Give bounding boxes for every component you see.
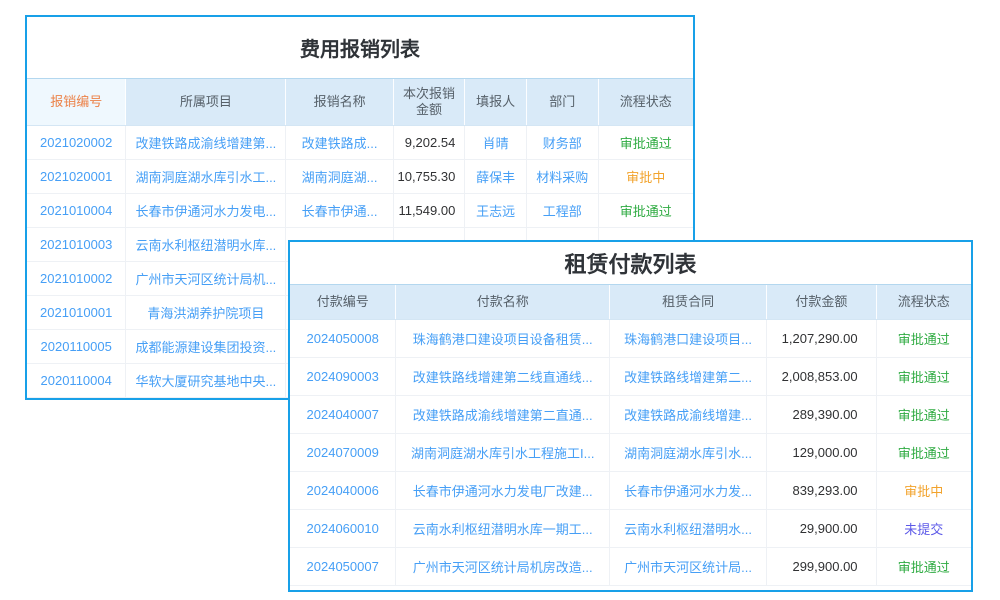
table-row: 2024090003改建铁路线增建第二线直通线...改建铁路线增建第二...2,… <box>290 358 971 396</box>
link-cell[interactable]: 肖晴 <box>465 126 527 159</box>
lease-table-body: 2024050008珠海鹤港口建设项目设备租赁...珠海鹤港口建设项目...1,… <box>290 320 971 586</box>
link-cell[interactable]: 广州市天河区统计局机... <box>126 262 286 295</box>
table-row: 2024070009湖南洞庭湖水库引水工程施工I...湖南洞庭湖水库引水...1… <box>290 434 971 472</box>
link-cell[interactable]: 华软大厦研究基地中央... <box>126 364 286 397</box>
table-cell: 29,900.00 <box>767 510 876 547</box>
link-cell[interactable]: 工程部 <box>527 194 599 227</box>
lease-payment-table-panel: 租赁付款列表 付款编号付款名称租赁合同付款金额流程状态 2024050008珠海… <box>288 240 973 592</box>
link-cell[interactable]: 改建铁路成渝线增建... <box>610 396 767 433</box>
link-cell[interactable]: 广州市天河区统计局机房改造... <box>396 548 610 585</box>
link-cell[interactable]: 云南水利枢纽潜明水库一期工... <box>396 510 610 547</box>
table-row: 2021020001湖南洞庭湖水库引水工...湖南洞庭湖...10,755.30… <box>27 160 693 194</box>
link-cell[interactable]: 改建铁路成渝线增建第... <box>126 126 286 159</box>
status-cell: 审批通过 <box>877 548 971 585</box>
status-cell: 未提交 <box>877 510 971 547</box>
table-cell: 129,000.00 <box>767 434 876 471</box>
status-cell: 审批通过 <box>877 434 971 471</box>
table-cell: 11,549.00 <box>394 194 466 227</box>
table-cell: 9,202.54 <box>394 126 466 159</box>
link-cell[interactable]: 湖南洞庭湖水库引水... <box>610 434 767 471</box>
column-header: 付款名称 <box>396 285 610 319</box>
status-cell: 审批通过 <box>877 320 971 357</box>
table-row: 2024040007改建铁路成渝线增建第二直通...改建铁路成渝线增建...28… <box>290 396 971 434</box>
link-cell[interactable]: 广州市天河区统计局... <box>610 548 767 585</box>
table-cell: 839,293.00 <box>767 472 876 509</box>
link-cell[interactable]: 2021010004 <box>27 194 126 227</box>
lease-table-header-row: 付款编号付款名称租赁合同付款金额流程状态 <box>290 284 971 320</box>
column-header: 付款编号 <box>290 285 396 319</box>
column-header: 流程状态 <box>877 285 971 319</box>
link-cell[interactable]: 薛保丰 <box>465 160 527 193</box>
link-cell[interactable]: 改建铁路成渝线增建第二直通... <box>396 396 610 433</box>
table-cell: 289,390.00 <box>767 396 876 433</box>
column-header: 租赁合同 <box>610 285 767 319</box>
link-cell[interactable]: 长春市伊通河水力发电厂改建... <box>396 472 610 509</box>
link-cell[interactable]: 湖南洞庭湖... <box>286 160 393 193</box>
link-cell[interactable]: 青海洪湖养护院项目 <box>126 296 286 329</box>
link-cell[interactable]: 2024060010 <box>290 510 396 547</box>
table-row: 2021020002改建铁路成渝线增建第...改建铁路成...9,202.54肖… <box>27 126 693 160</box>
link-cell[interactable]: 2021020001 <box>27 160 126 193</box>
column-header: 流程状态 <box>599 79 693 125</box>
link-cell[interactable]: 云南水利枢纽潜明水库... <box>126 228 286 261</box>
link-cell[interactable]: 长春市伊通河水力发电... <box>126 194 286 227</box>
link-cell[interactable]: 改建铁路线增建第二... <box>610 358 767 395</box>
table-row: 2024050007广州市天河区统计局机房改造...广州市天河区统计局...29… <box>290 548 971 586</box>
link-cell[interactable]: 云南水利枢纽潜明水... <box>610 510 767 547</box>
link-cell[interactable]: 湖南洞庭湖水库引水工... <box>126 160 286 193</box>
table-row: 2024040006长春市伊通河水力发电厂改建...长春市伊通河水力发...83… <box>290 472 971 510</box>
link-cell[interactable]: 2024050008 <box>290 320 396 357</box>
link-cell[interactable]: 成都能源建设集团投资... <box>126 330 286 363</box>
link-cell[interactable]: 珠海鹤港口建设项目... <box>610 320 767 357</box>
column-header: 部门 <box>527 79 599 125</box>
link-cell[interactable]: 材料采购 <box>527 160 599 193</box>
link-cell[interactable]: 王志远 <box>465 194 527 227</box>
table-cell: 299,900.00 <box>767 548 876 585</box>
link-cell[interactable]: 2021020002 <box>27 126 126 159</box>
status-cell: 审批通过 <box>877 358 971 395</box>
lease-table-title: 租赁付款列表 <box>290 242 971 284</box>
column-header: 报销名称 <box>286 79 393 125</box>
link-cell[interactable]: 改建铁路成... <box>286 126 393 159</box>
link-cell[interactable]: 2024090003 <box>290 358 396 395</box>
expense-table-title: 费用报销列表 <box>27 17 693 78</box>
link-cell[interactable]: 改建铁路线增建第二线直通线... <box>396 358 610 395</box>
table-cell: 2,008,853.00 <box>767 358 876 395</box>
link-cell[interactable]: 2021010002 <box>27 262 126 295</box>
link-cell[interactable]: 2021010003 <box>27 228 126 261</box>
link-cell[interactable]: 2024040007 <box>290 396 396 433</box>
link-cell[interactable]: 长春市伊通... <box>286 194 393 227</box>
column-header[interactable]: 报销编号 <box>27 79 126 125</box>
status-cell: 审批中 <box>877 472 971 509</box>
link-cell[interactable]: 湖南洞庭湖水库引水工程施工I... <box>396 434 610 471</box>
column-header: 所属项目 <box>126 79 286 125</box>
link-cell[interactable]: 长春市伊通河水力发... <box>610 472 767 509</box>
status-cell: 审批通过 <box>877 396 971 433</box>
link-cell[interactable]: 财务部 <box>527 126 599 159</box>
link-cell[interactable]: 2024050007 <box>290 548 396 585</box>
table-cell: 1,207,290.00 <box>767 320 876 357</box>
column-header: 本次报销金额 <box>394 79 466 125</box>
link-cell[interactable]: 2024070009 <box>290 434 396 471</box>
link-cell[interactable]: 2020110004 <box>27 364 126 397</box>
expense-table-header-row: 报销编号所属项目报销名称本次报销金额填报人部门流程状态 <box>27 78 693 126</box>
status-cell: 审批中 <box>599 160 693 193</box>
table-cell: 10,755.30 <box>394 160 466 193</box>
column-header: 填报人 <box>465 79 527 125</box>
link-cell[interactable]: 2024040006 <box>290 472 396 509</box>
table-row: 2024050008珠海鹤港口建设项目设备租赁...珠海鹤港口建设项目...1,… <box>290 320 971 358</box>
status-cell: 审批通过 <box>599 126 693 159</box>
status-cell: 审批通过 <box>599 194 693 227</box>
table-row: 2021010004长春市伊通河水力发电...长春市伊通...11,549.00… <box>27 194 693 228</box>
link-cell[interactable]: 2020110005 <box>27 330 126 363</box>
column-header: 付款金额 <box>767 285 876 319</box>
table-row: 2024060010云南水利枢纽潜明水库一期工...云南水利枢纽潜明水...29… <box>290 510 971 548</box>
link-cell[interactable]: 2021010001 <box>27 296 126 329</box>
link-cell[interactable]: 珠海鹤港口建设项目设备租赁... <box>396 320 610 357</box>
